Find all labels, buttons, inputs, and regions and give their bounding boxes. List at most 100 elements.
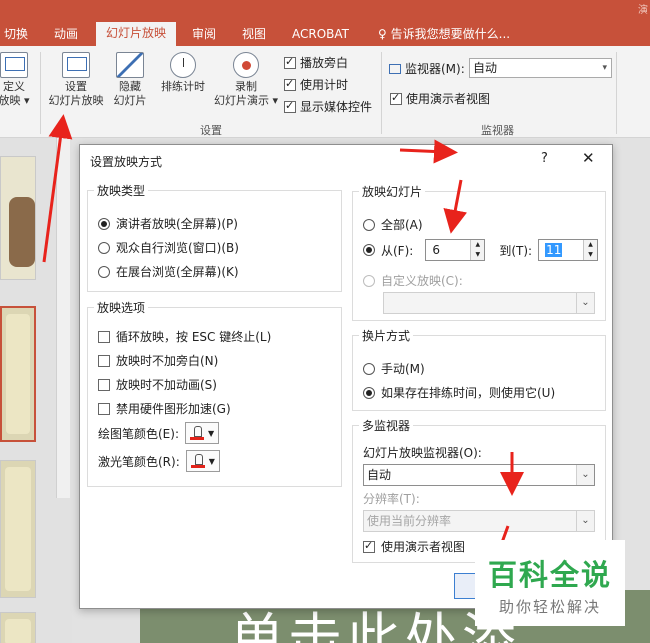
slide-range-row: 从(F): 6 ▲ ▼ 到(T): 11 ▲ ▼ bbox=[363, 239, 599, 261]
use-timings-check[interactable] bbox=[284, 77, 296, 91]
slide-monitor-label: 幻灯片放映监视器(O): bbox=[363, 446, 482, 460]
from-spinner[interactable]: 6 ▲ ▼ bbox=[425, 239, 486, 261]
window-title-fragment: 演 bbox=[638, 5, 648, 16]
setup-slide-show-button[interactable]: 设置 幻灯片放映 bbox=[44, 52, 108, 108]
no-narration-check[interactable] bbox=[98, 354, 110, 367]
presenter-view-checkbox[interactable]: 使用演示者视图 bbox=[363, 538, 465, 555]
use-presenter-view-check[interactable] bbox=[390, 91, 402, 105]
radio-manual-dot[interactable] bbox=[363, 362, 375, 375]
disable-hw-accel-checkbox[interactable]: 禁用硬件图形加速(G) bbox=[98, 400, 231, 417]
rehearse-timings-button[interactable]: 排练计时 bbox=[156, 52, 210, 94]
monitor-select[interactable]: 自动 ▾ bbox=[469, 58, 612, 78]
record-label-2: 幻灯片演示 ▾ bbox=[213, 94, 279, 107]
to-spinner[interactable]: 11 ▲ ▼ bbox=[538, 239, 599, 261]
record-slide-show-button[interactable]: 录制 幻灯片演示 ▾ bbox=[212, 52, 280, 108]
radio-from-dot[interactable] bbox=[363, 244, 375, 256]
plant-image bbox=[9, 197, 35, 267]
tab-review[interactable]: 审阅 bbox=[192, 24, 216, 46]
disable-hw-accel-check[interactable] bbox=[98, 402, 110, 415]
rehearse-label: 排练计时 bbox=[161, 80, 205, 93]
resolution-label: 分辨率(T): bbox=[363, 492, 420, 506]
hide-slide-button[interactable]: 隐藏 幻灯片 bbox=[108, 52, 152, 108]
loop-checkbox[interactable]: 循环放映，按 ESC 键终止(L) bbox=[98, 328, 271, 345]
radio-manual[interactable]: 手动(M) bbox=[363, 360, 425, 377]
no-animation-checkbox[interactable]: 放映时不加动画(S) bbox=[98, 376, 217, 393]
radio-presenter[interactable]: 演讲者放映(全屏幕)(P) bbox=[98, 215, 238, 232]
pen-color-row: 绘图笔颜色(E): ▼ bbox=[98, 422, 220, 444]
radio-window-dot[interactable] bbox=[98, 241, 110, 254]
watermark-logo: 百科全说 助你轻松解决 bbox=[475, 540, 625, 626]
monitor-icon bbox=[389, 63, 401, 74]
radio-custom-dot[interactable] bbox=[363, 274, 375, 287]
resolution-select[interactable]: 使用当前分辨率 ⌄ bbox=[363, 510, 595, 532]
radio-presenter-dot[interactable] bbox=[98, 217, 110, 230]
to-value[interactable]: 11 bbox=[545, 243, 563, 257]
play-narrations-checkbox[interactable]: 播放旁白 bbox=[284, 54, 348, 71]
stopwatch-icon bbox=[170, 52, 196, 78]
use-presenter-view-label: 使用演示者视图 bbox=[406, 92, 491, 106]
setup-show-icon bbox=[62, 52, 90, 78]
lightbulb-icon: ♀ bbox=[378, 27, 387, 41]
pen-color-button[interactable]: ▼ bbox=[185, 422, 220, 444]
to-label: 到(T): bbox=[499, 243, 533, 258]
tab-transitions[interactable]: 切换 bbox=[4, 24, 28, 46]
no-narration-checkbox[interactable]: 放映时不加旁白(N) bbox=[98, 352, 218, 369]
show-type-legend: 放映类型 bbox=[94, 182, 149, 199]
watermark-subtitle: 助你轻松解决 bbox=[498, 598, 601, 616]
no-narration-label: 放映时不加旁白(N) bbox=[116, 354, 219, 368]
pen-color-label: 绘图笔颜色(E): bbox=[98, 426, 179, 441]
custom-show-select[interactable]: ⌄ bbox=[383, 292, 595, 314]
tab-animations[interactable]: 动画 bbox=[54, 24, 78, 46]
radio-kiosk-dot[interactable] bbox=[98, 265, 110, 278]
show-media-controls-checkbox[interactable]: 显示媒体控件 bbox=[284, 98, 372, 115]
setup-show-label-1: 设置 bbox=[65, 80, 87, 93]
use-timings-checkbox[interactable]: 使用计时 bbox=[284, 76, 348, 93]
hide-slide-icon bbox=[116, 52, 144, 78]
radio-kiosk[interactable]: 在展台浏览(全屏幕)(K) bbox=[98, 263, 239, 280]
chevron-down-icon: ▾ bbox=[602, 63, 607, 73]
multi-monitor-legend: 多监视器 bbox=[359, 417, 414, 434]
tab-acrobat[interactable]: ACROBAT bbox=[292, 24, 349, 46]
radio-all-dot[interactable] bbox=[363, 218, 375, 231]
thumbnail-scrollbar[interactable] bbox=[56, 138, 70, 498]
record-icon bbox=[233, 52, 259, 78]
close-button[interactable]: ✕ bbox=[582, 149, 595, 167]
presenter-view-check[interactable] bbox=[363, 539, 375, 553]
tab-slide-show[interactable]: 幻灯片放映 bbox=[96, 22, 177, 46]
custom-show-icon bbox=[0, 52, 28, 78]
slide-thumbnail[interactable] bbox=[0, 156, 36, 280]
tab-view[interactable]: 视图 bbox=[242, 24, 266, 46]
radio-manual-label: 手动(M) bbox=[381, 362, 425, 376]
laser-color-button[interactable]: ▼ bbox=[185, 450, 220, 472]
use-timings-label: 使用计时 bbox=[300, 78, 349, 92]
radio-use-timings-dot[interactable] bbox=[363, 386, 375, 399]
spinner-arrows-icon[interactable]: ▲ ▼ bbox=[583, 240, 598, 260]
use-presenter-view-checkbox[interactable]: 使用演示者视图 bbox=[390, 90, 490, 107]
custom-show-button[interactable]: 定义 放映 ▾ bbox=[0, 52, 34, 108]
chevron-down-icon: ⌄ bbox=[576, 511, 594, 531]
slide-thumbnail[interactable] bbox=[0, 612, 36, 643]
loop-check[interactable] bbox=[98, 330, 110, 343]
play-narrations-label: 播放旁白 bbox=[300, 56, 349, 70]
help-button[interactable]: ? bbox=[541, 151, 548, 166]
disable-hw-accel-label: 禁用硬件图形加速(G) bbox=[116, 402, 231, 416]
show-media-controls-label: 显示媒体控件 bbox=[300, 100, 373, 114]
play-narrations-check[interactable] bbox=[284, 55, 296, 69]
spinner-arrows-icon[interactable]: ▲ ▼ bbox=[470, 240, 485, 260]
radio-all-slides[interactable]: 全部(A) bbox=[363, 216, 423, 233]
from-value[interactable]: 6 bbox=[432, 243, 440, 257]
dropdown-arrow-icon: ▼ bbox=[208, 428, 215, 438]
from-label: 从(F): bbox=[381, 243, 414, 258]
radio-use-timings-label: 如果存在排练时间，则使用它(U) bbox=[381, 386, 556, 400]
radio-use-timings[interactable]: 如果存在排练时间，则使用它(U) bbox=[363, 384, 555, 401]
slide-monitor-select[interactable]: 自动 ⌄ bbox=[363, 464, 595, 486]
slide-thumbnail-selected[interactable] bbox=[0, 306, 36, 442]
setup-group-label: 设置 bbox=[200, 124, 222, 137]
tell-me-box[interactable]: ♀ 告诉我您想要做什么... bbox=[378, 24, 510, 46]
slide-thumbnail[interactable] bbox=[0, 460, 36, 598]
show-media-controls-check[interactable] bbox=[284, 99, 296, 113]
ribbon-separator bbox=[381, 52, 382, 134]
radio-window[interactable]: 观众自行浏览(窗口)(B) bbox=[98, 239, 239, 256]
no-animation-check[interactable] bbox=[98, 378, 110, 391]
radio-custom-show[interactable]: 自定义放映(C): bbox=[363, 272, 463, 289]
